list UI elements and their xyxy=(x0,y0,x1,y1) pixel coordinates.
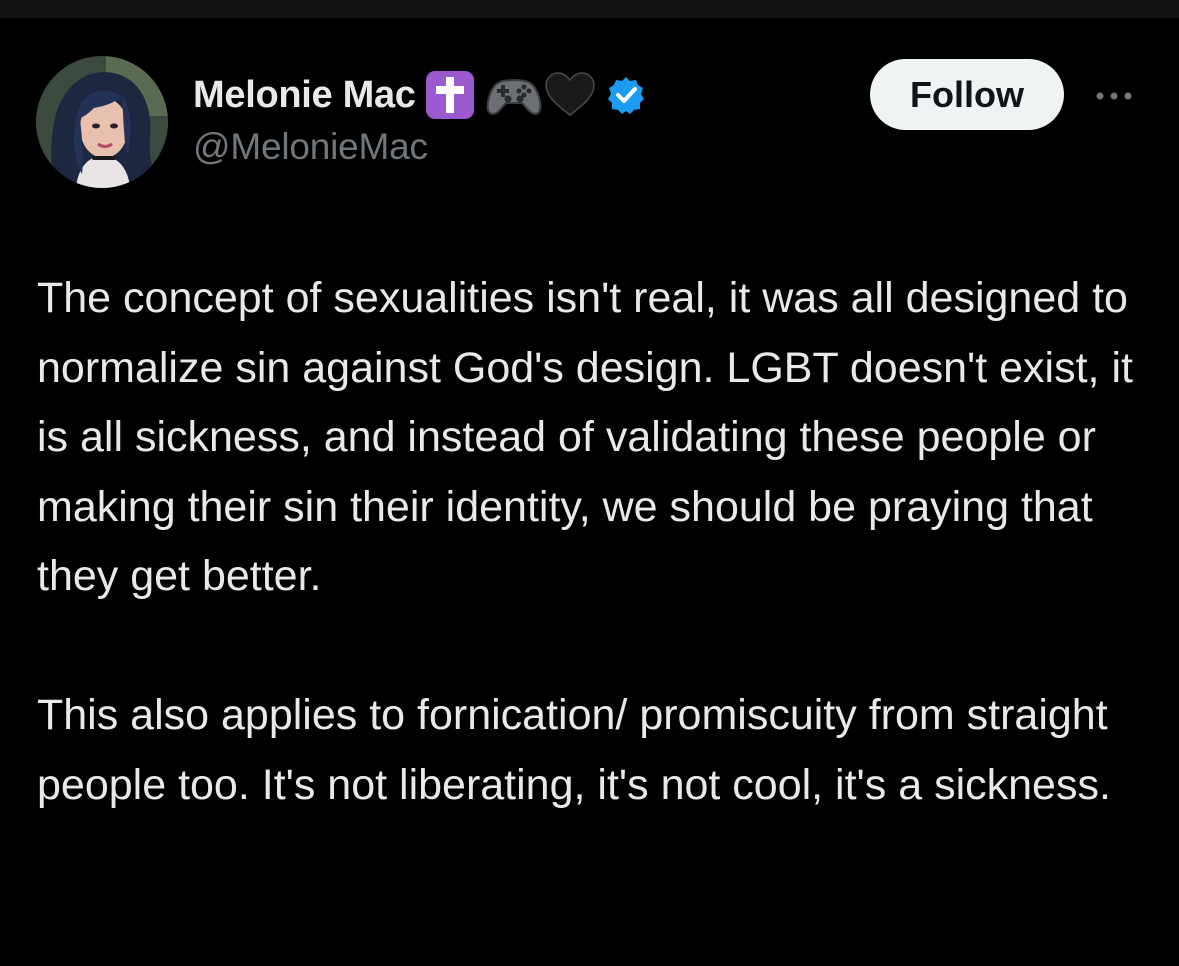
display-name[interactable]: Melonie Mac xyxy=(193,74,416,117)
latin-cross-emoji xyxy=(424,69,476,121)
tweet-paragraph: This also applies to fornication/ promis… xyxy=(37,691,1111,809)
black-heart-emoji xyxy=(544,69,596,121)
avatar[interactable] xyxy=(36,56,168,188)
more-horizontal-icon[interactable] xyxy=(1086,80,1142,112)
game-controller-emoji xyxy=(484,69,542,121)
tweet-text: The concept of sexualities isn't real, i… xyxy=(37,264,1157,820)
tweet-paragraph: The concept of sexualities isn't real, i… xyxy=(37,274,1133,600)
author-handle[interactable]: @MelonieMac xyxy=(193,126,428,168)
top-status-strip xyxy=(0,0,1179,18)
verified-badge-icon[interactable] xyxy=(606,75,646,115)
follow-button[interactable]: Follow xyxy=(870,59,1064,130)
author-name-row: Melonie Mac xyxy=(193,66,646,124)
